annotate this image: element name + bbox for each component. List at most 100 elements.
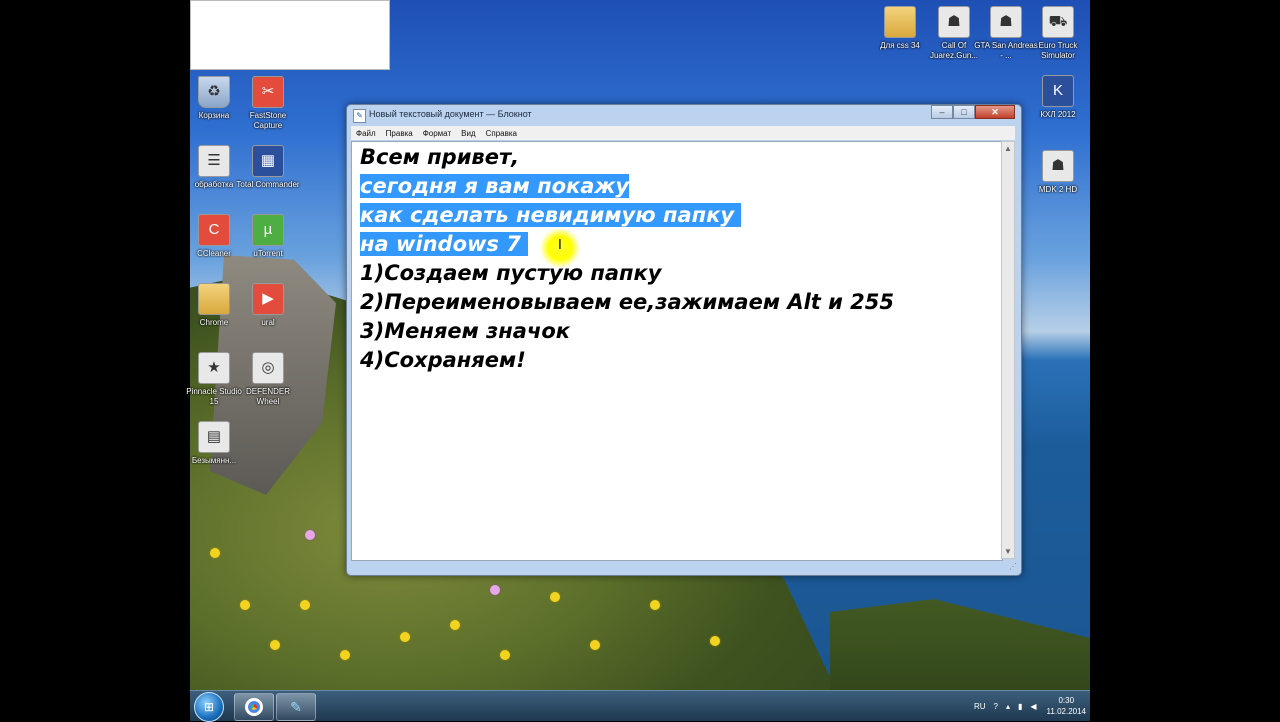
- text-line-selected: на windows 7: [360, 232, 529, 256]
- wallpaper-flower: [490, 585, 500, 595]
- pinnacle-icon: ★: [198, 352, 230, 384]
- desktop-icon-label: uTorrent: [253, 249, 283, 258]
- language-indicator[interactable]: RU: [974, 702, 986, 711]
- khl-icon: K: [1042, 75, 1074, 107]
- window-titlebar[interactable]: ✎ Новый текстовый документ — Блокнот – □…: [347, 105, 1021, 125]
- system-tray: RU ? ▴ ▮ ◀ 0:30 11.02.2014: [966, 691, 1086, 721]
- document-icon: ☰: [198, 145, 230, 177]
- wallpaper-flower: [300, 600, 310, 610]
- wallpaper-flower: [340, 650, 350, 660]
- folder-icon: [198, 283, 230, 315]
- text-editor-area[interactable]: Всем привет, сегодня я вам покажу как сд…: [351, 141, 1003, 561]
- desktop-icon-label: Корзина: [198, 111, 230, 120]
- game-icon: ☗: [1042, 150, 1074, 182]
- wallpaper-flower: [210, 548, 220, 558]
- start-button[interactable]: ⊞: [194, 692, 224, 722]
- desktop-icon[interactable]: ▦ Total Commander: [236, 145, 300, 190]
- desktop-icon[interactable]: ◎ DEFENDER Wheel: [236, 352, 300, 407]
- menu-help[interactable]: Справка: [481, 129, 522, 138]
- ccleaner-icon: C: [198, 214, 230, 246]
- chrome-icon: [245, 698, 263, 716]
- menu-format[interactable]: Формат: [418, 129, 456, 138]
- desktop-icon-label: КХЛ 2012: [1040, 110, 1076, 119]
- desktop-icon-label: Total Commander: [236, 180, 300, 189]
- desktop-icon-label: Call Of Juarez.Gun...: [929, 41, 979, 60]
- text-line-selected: как сделать невидимую папку: [360, 203, 742, 227]
- notepad-icon: ✎: [353, 109, 366, 123]
- desktop-icon[interactable]: ✂ FastStone Capture: [236, 76, 300, 131]
- game-icon: ⛟: [1042, 6, 1074, 38]
- menu-edit[interactable]: Правка: [381, 129, 418, 138]
- resize-grip-icon[interactable]: ⋰: [1009, 562, 1017, 571]
- clock-time: 0:30: [1058, 696, 1075, 705]
- desktop-icon-label: Для css 34: [880, 41, 920, 50]
- defender-icon: ◎: [252, 352, 284, 384]
- menu-file[interactable]: Файл: [351, 129, 381, 138]
- blank-overlay-box: [190, 0, 390, 70]
- wallpaper-flower: [590, 640, 600, 650]
- clock[interactable]: 0:30 11.02.2014: [1047, 695, 1086, 717]
- network-icon[interactable]: ▮: [1018, 702, 1022, 711]
- media-icon: ▶: [252, 283, 284, 315]
- desktop-icon-label: Euro Truck Simulator: [1038, 41, 1078, 60]
- image-file-icon: ▤: [198, 421, 230, 453]
- game-icon: ☗: [938, 6, 970, 38]
- window-title: Новый текстовый документ — Блокнот: [369, 109, 532, 119]
- desktop-icon[interactable]: ▶ ural: [236, 283, 300, 328]
- taskbar-notepad[interactable]: ✎: [276, 693, 316, 721]
- desktop-icon-label: DEFENDER Wheel: [245, 387, 290, 406]
- taskbar-chrome[interactable]: [234, 693, 274, 721]
- wallpaper-flower: [650, 600, 660, 610]
- desktop-icon-label: FastStone Capture: [249, 111, 287, 130]
- scroll-down-icon[interactable]: ▼: [1002, 545, 1014, 558]
- notepad-icon: ✎: [290, 698, 302, 715]
- desktop-icon[interactable]: K КХЛ 2012: [1026, 75, 1090, 120]
- mouse-cursor-highlight: I: [540, 228, 580, 268]
- desktop-icon-label: Безымянн...: [191, 456, 237, 465]
- utorrent-icon: µ: [252, 214, 284, 246]
- help-icon[interactable]: ?: [994, 702, 998, 711]
- clock-date: 11.02.2014: [1046, 707, 1086, 716]
- text-cursor-icon: I: [558, 238, 562, 253]
- wallpaper-flower: [450, 620, 460, 630]
- menu-bar: Файл Правка Формат Вид Справка: [351, 126, 1015, 140]
- text-line: 4)Сохраняем!: [360, 348, 526, 372]
- text-line: 1)Создаем пустую папку: [360, 261, 662, 285]
- vertical-scrollbar[interactable]: ▲ ▼: [1001, 141, 1015, 559]
- recycle-bin-icon: ♻: [198, 76, 230, 108]
- desktop-icon-label: обработка: [194, 180, 234, 189]
- faststone-icon: ✂: [252, 76, 284, 108]
- desktop-icon-label: CCleaner: [197, 249, 231, 258]
- folder-icon: [884, 6, 916, 38]
- text-line: Всем привет,: [360, 145, 520, 169]
- volume-icon[interactable]: ◀: [1030, 702, 1036, 711]
- minimize-button[interactable]: –: [931, 105, 953, 119]
- scroll-up-icon[interactable]: ▲: [1002, 142, 1014, 155]
- desktop-icon[interactable]: ▤ Безымянн...: [182, 421, 246, 466]
- wallpaper-flower: [710, 636, 720, 646]
- game-icon: ☗: [990, 6, 1022, 38]
- window-controls: – □ ✕: [931, 105, 1015, 119]
- notepad-window[interactable]: ✎ Новый текстовый документ — Блокнот – □…: [346, 104, 1022, 576]
- wallpaper-flower: [240, 600, 250, 610]
- desktop-icon-label: ural: [261, 318, 275, 327]
- wallpaper-flower: [305, 530, 315, 540]
- wallpaper-flower: [550, 592, 560, 602]
- desktop-icon[interactable]: ☗ MDK 2 HD: [1026, 150, 1090, 195]
- menu-view[interactable]: Вид: [456, 129, 480, 138]
- close-button[interactable]: ✕: [975, 105, 1015, 119]
- wallpaper-grass: [830, 599, 1090, 690]
- maximize-button[interactable]: □: [953, 105, 975, 119]
- tray-up-icon[interactable]: ▴: [1006, 702, 1010, 711]
- taskbar: ⊞ ✎ RU ? ▴ ▮ ◀ 0:30 11.02.2014: [190, 690, 1090, 722]
- wallpaper-flower: [500, 650, 510, 660]
- total-commander-icon: ▦: [252, 145, 284, 177]
- wallpaper-flower: [270, 640, 280, 650]
- desktop-icon-label: Chrome: [199, 318, 229, 327]
- desktop-icon[interactable]: ⛟ Euro Truck Simulator: [1026, 6, 1090, 61]
- desktop-icon-label: MDK 2 HD: [1038, 185, 1078, 194]
- text-line: 2)Переименовываем ее,зажимаем Alt и 255: [360, 290, 894, 314]
- text-line-selected: сегодня я вам покажу: [360, 174, 630, 198]
- wallpaper-flower: [400, 632, 410, 642]
- desktop-icon[interactable]: µ uTorrent: [236, 214, 300, 259]
